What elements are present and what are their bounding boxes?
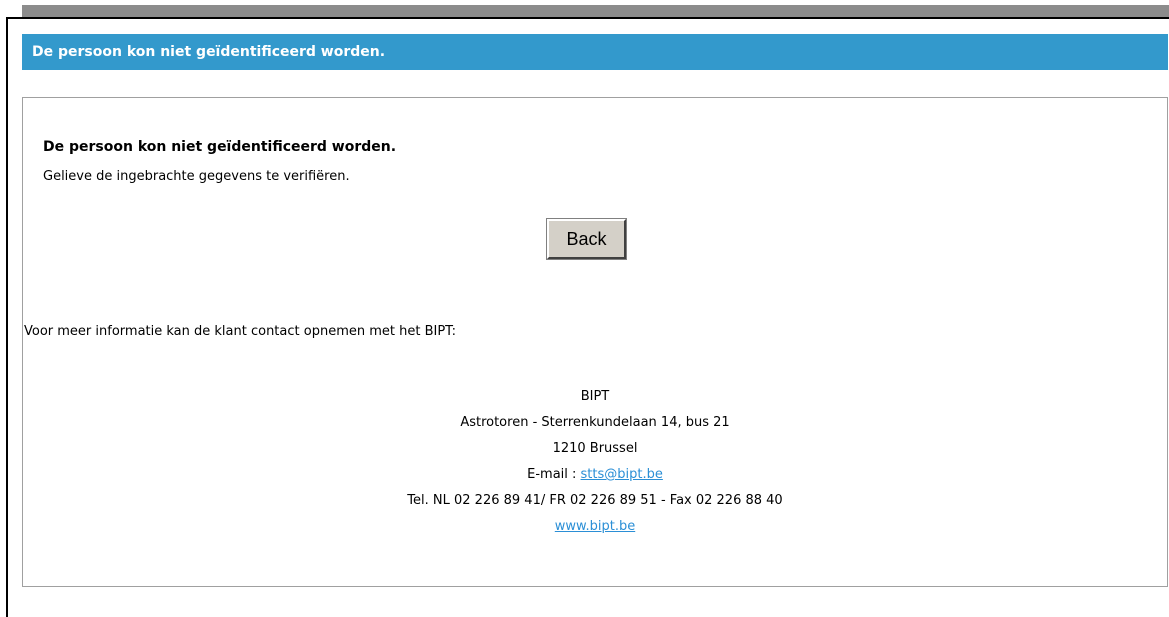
- contact-city-line: 1210 Brussel: [552, 441, 638, 456]
- contact-org: BIPT: [580, 389, 610, 404]
- error-subtext: Gelieve de ingebrachte gegevens te verif…: [43, 169, 350, 184]
- contact-email-row: E-mail : stts@bipt.be: [22, 462, 1168, 488]
- website-row: www.bipt.be: [22, 514, 1168, 540]
- contact-address-line: Astrotoren - Sterrenkundelaan 14, bus 21: [460, 415, 730, 430]
- back-button[interactable]: Back: [546, 218, 627, 260]
- contact-address-block: BIPT Astrotoren - Sterrenkundelaan 14, b…: [22, 384, 1168, 540]
- page-title-bar: De persoon kon niet geïdentificeerd word…: [22, 34, 1168, 70]
- contact-phone-line: Tel. NL 02 226 89 41/ FR 02 226 89 51 - …: [407, 493, 783, 508]
- website-link[interactable]: www.bipt.be: [555, 519, 635, 534]
- error-heading: De persoon kon niet geïdentificeerd word…: [43, 139, 397, 155]
- info-intro-text: Voor meer informatie kan de klant contac…: [24, 324, 457, 339]
- page-title: De persoon kon niet geïdentificeerd word…: [32, 44, 386, 60]
- contact-email-link[interactable]: stts@bipt.be: [581, 467, 663, 482]
- contact-email-label: E-mail :: [527, 467, 581, 482]
